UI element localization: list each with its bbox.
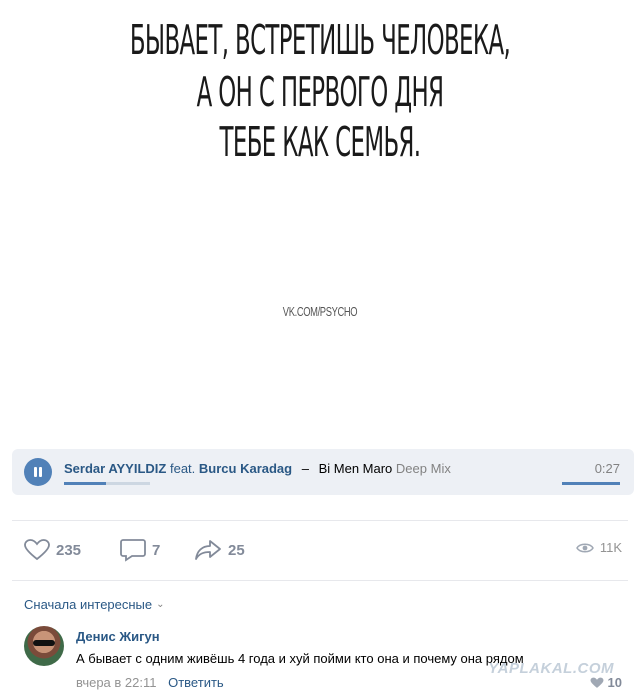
chevron-down-icon: ⌄ [156, 599, 165, 610]
post-image[interactable]: БЫВАЕТ, ВСТРЕТИШЬ ЧЕЛОВЕКА, А ОН С ПЕРВО… [0, 0, 640, 440]
avatar[interactable] [24, 626, 64, 666]
audio-player: Serdar AYYILDIZ feat. Burcu Karadag – Bi… [12, 449, 634, 495]
like-button[interactable]: 235 [24, 538, 81, 562]
comment-sort-dropdown[interactable]: Сначала интересные ⌄ [24, 597, 165, 612]
feat-label: feat. [169, 461, 196, 476]
feat-artist-link[interactable]: Burcu Karadag [199, 461, 292, 476]
like-count: 235 [56, 541, 82, 559]
quote-line: БЫВАЕТ, ВСТРЕТИШЬ ЧЕЛОВЕКА, [129, 16, 511, 64]
views-count: 11K [599, 540, 622, 555]
progress-fill [64, 482, 107, 485]
separator: – [301, 461, 309, 476]
divider [12, 580, 628, 581]
artist-link[interactable]: Serdar AYYILDIZ [64, 461, 166, 476]
image-watermark: VK.COM/PSYCHO [282, 304, 358, 319]
pause-icon [39, 467, 42, 477]
track-info: Serdar AYYILDIZ feat. Burcu Karadag – Bi… [64, 461, 451, 476]
track-subtitle: Deep Mix [395, 461, 451, 476]
share-icon [195, 540, 221, 560]
share-button[interactable]: 25 [194, 538, 245, 562]
comment-like-count: 10 [607, 675, 622, 690]
comment-icon [120, 539, 146, 562]
reply-link[interactable]: Ответить [168, 675, 224, 690]
comment-count: 7 [152, 541, 161, 559]
heart-icon [24, 539, 50, 561]
comment-author[interactable]: Денис Жигун [76, 629, 160, 644]
quote-line: А ОН С ПЕРВОГО ДНЯ [196, 68, 444, 116]
eye-icon [575, 543, 594, 552]
heart-icon [590, 677, 603, 688]
comment-time[interactable]: вчера в 22:11 [76, 675, 156, 690]
site-watermark: YAPLAKAL.COM [488, 660, 614, 677]
views-counter: 11K [575, 540, 622, 555]
pause-icon [34, 467, 37, 477]
comment-button[interactable]: 7 [120, 538, 160, 562]
quote-line: ТЕБЕ КАК СЕМЬЯ. [219, 118, 422, 166]
share-count: 25 [228, 541, 245, 559]
divider [12, 520, 628, 521]
comment-text: А бывает с одним живёшь 4 года и хуй пой… [76, 651, 524, 666]
comment-like-button[interactable]: 10 [590, 675, 622, 690]
pause-button[interactable] [24, 458, 52, 486]
sort-label: Сначала интересные [24, 597, 153, 612]
progress-bar[interactable] [64, 482, 150, 485]
volume-slider[interactable] [562, 482, 620, 485]
track-title: Bi Men Maro [318, 461, 393, 476]
comment-meta: вчера в 22:11 Ответить [76, 675, 224, 690]
avatar-glasses [33, 640, 55, 646]
track-duration: 0:27 [594, 461, 620, 476]
